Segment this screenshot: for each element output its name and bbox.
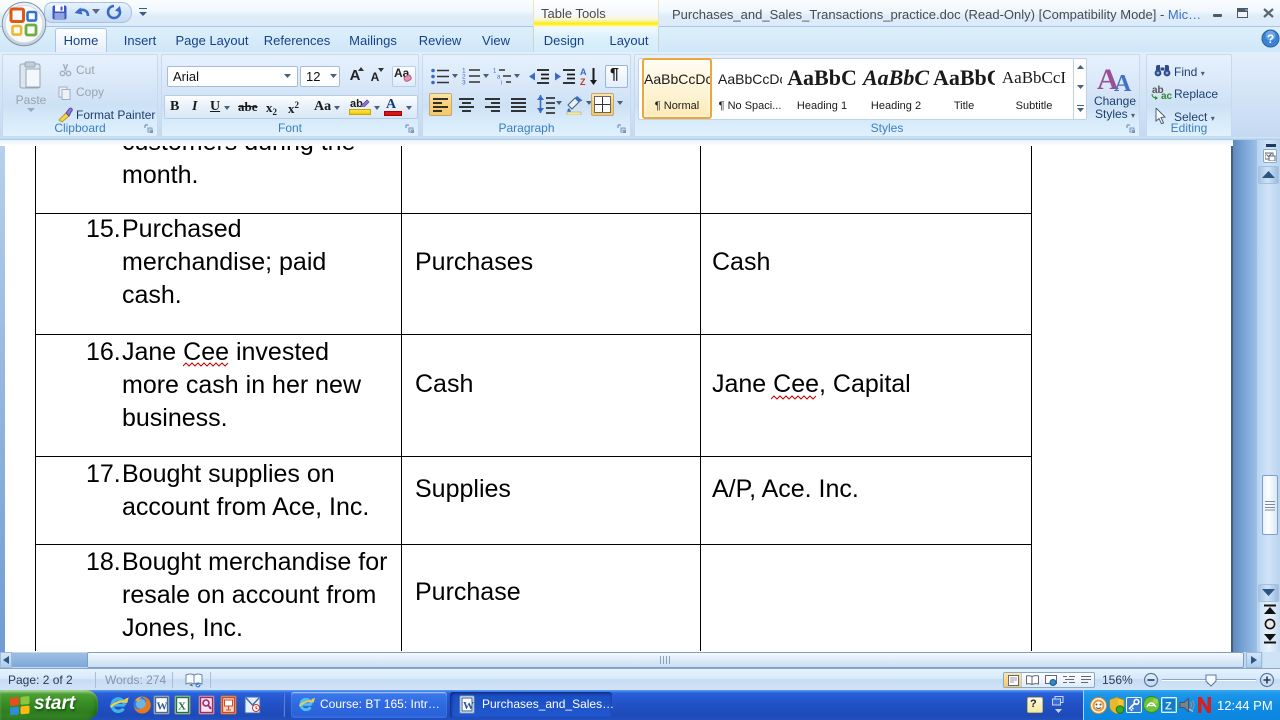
svg-text:?: ?: [1267, 32, 1274, 46]
svg-text:W: W: [157, 701, 168, 713]
svg-text:A: A: [1114, 71, 1132, 93]
svg-text:Z: Z: [1165, 701, 1172, 713]
svg-text:Z: Z: [580, 77, 586, 86]
svg-text:i: i: [501, 81, 502, 86]
svg-text:3: 3: [462, 80, 466, 86]
svg-text:A: A: [580, 67, 587, 77]
svg-text:X: X: [178, 701, 186, 713]
svg-text:W: W: [463, 700, 474, 712]
